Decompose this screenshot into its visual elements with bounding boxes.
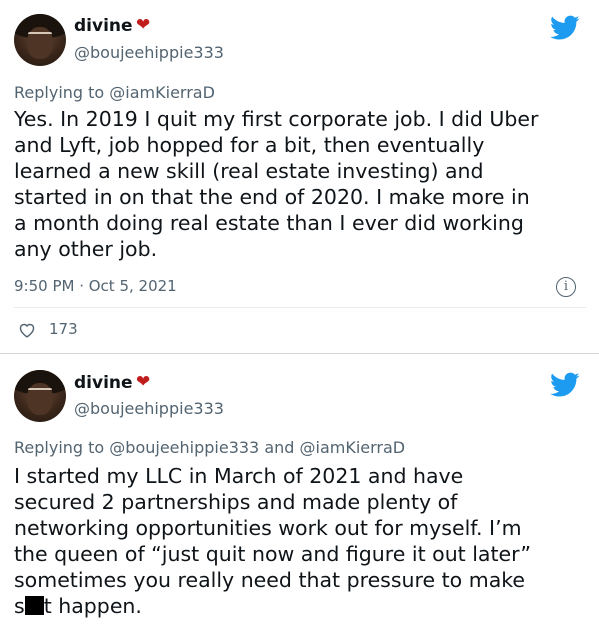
user-handle[interactable]: @boujeehippie333 [74, 43, 224, 62]
timestamp[interactable]: 9:50 PM · Oct 5, 2021 [14, 277, 177, 295]
heart-outline-icon[interactable] [18, 322, 36, 338]
tweet-text: Yes. In 2019 I quit my first corporate j… [14, 107, 539, 261]
heart-emoji: ❤ [136, 372, 151, 392]
divider [14, 307, 586, 308]
tweet-text: I started my LLC in March of 2021 and ha… [14, 463, 589, 619]
tweet-text-part: t happen. [43, 594, 142, 618]
display-name[interactable]: divine [74, 373, 133, 393]
twitter-bird-icon [550, 15, 580, 40]
like-count: 173 [49, 320, 78, 338]
redaction-block [24, 596, 44, 615]
replying-to[interactable]: Replying to @boujeehippie333 and @iamKie… [14, 438, 405, 457]
twitter-bird-icon [550, 372, 580, 397]
display-name[interactable]: divine [74, 16, 133, 36]
avatar[interactable] [14, 370, 66, 422]
tweet-card: divine ❤ @boujeehippie333 Replying to @i… [0, 0, 599, 354]
heart-emoji: ❤ [136, 15, 151, 35]
tweet-separator [0, 353, 599, 354]
replying-to[interactable]: Replying to @iamKierraD [14, 83, 215, 102]
tweet-card: divine ❤ @boujeehippie333 Replying to @b… [0, 355, 599, 626]
user-handle[interactable]: @boujeehippie333 [74, 399, 224, 418]
info-icon[interactable]: i [556, 277, 576, 297]
avatar[interactable] [14, 14, 66, 66]
